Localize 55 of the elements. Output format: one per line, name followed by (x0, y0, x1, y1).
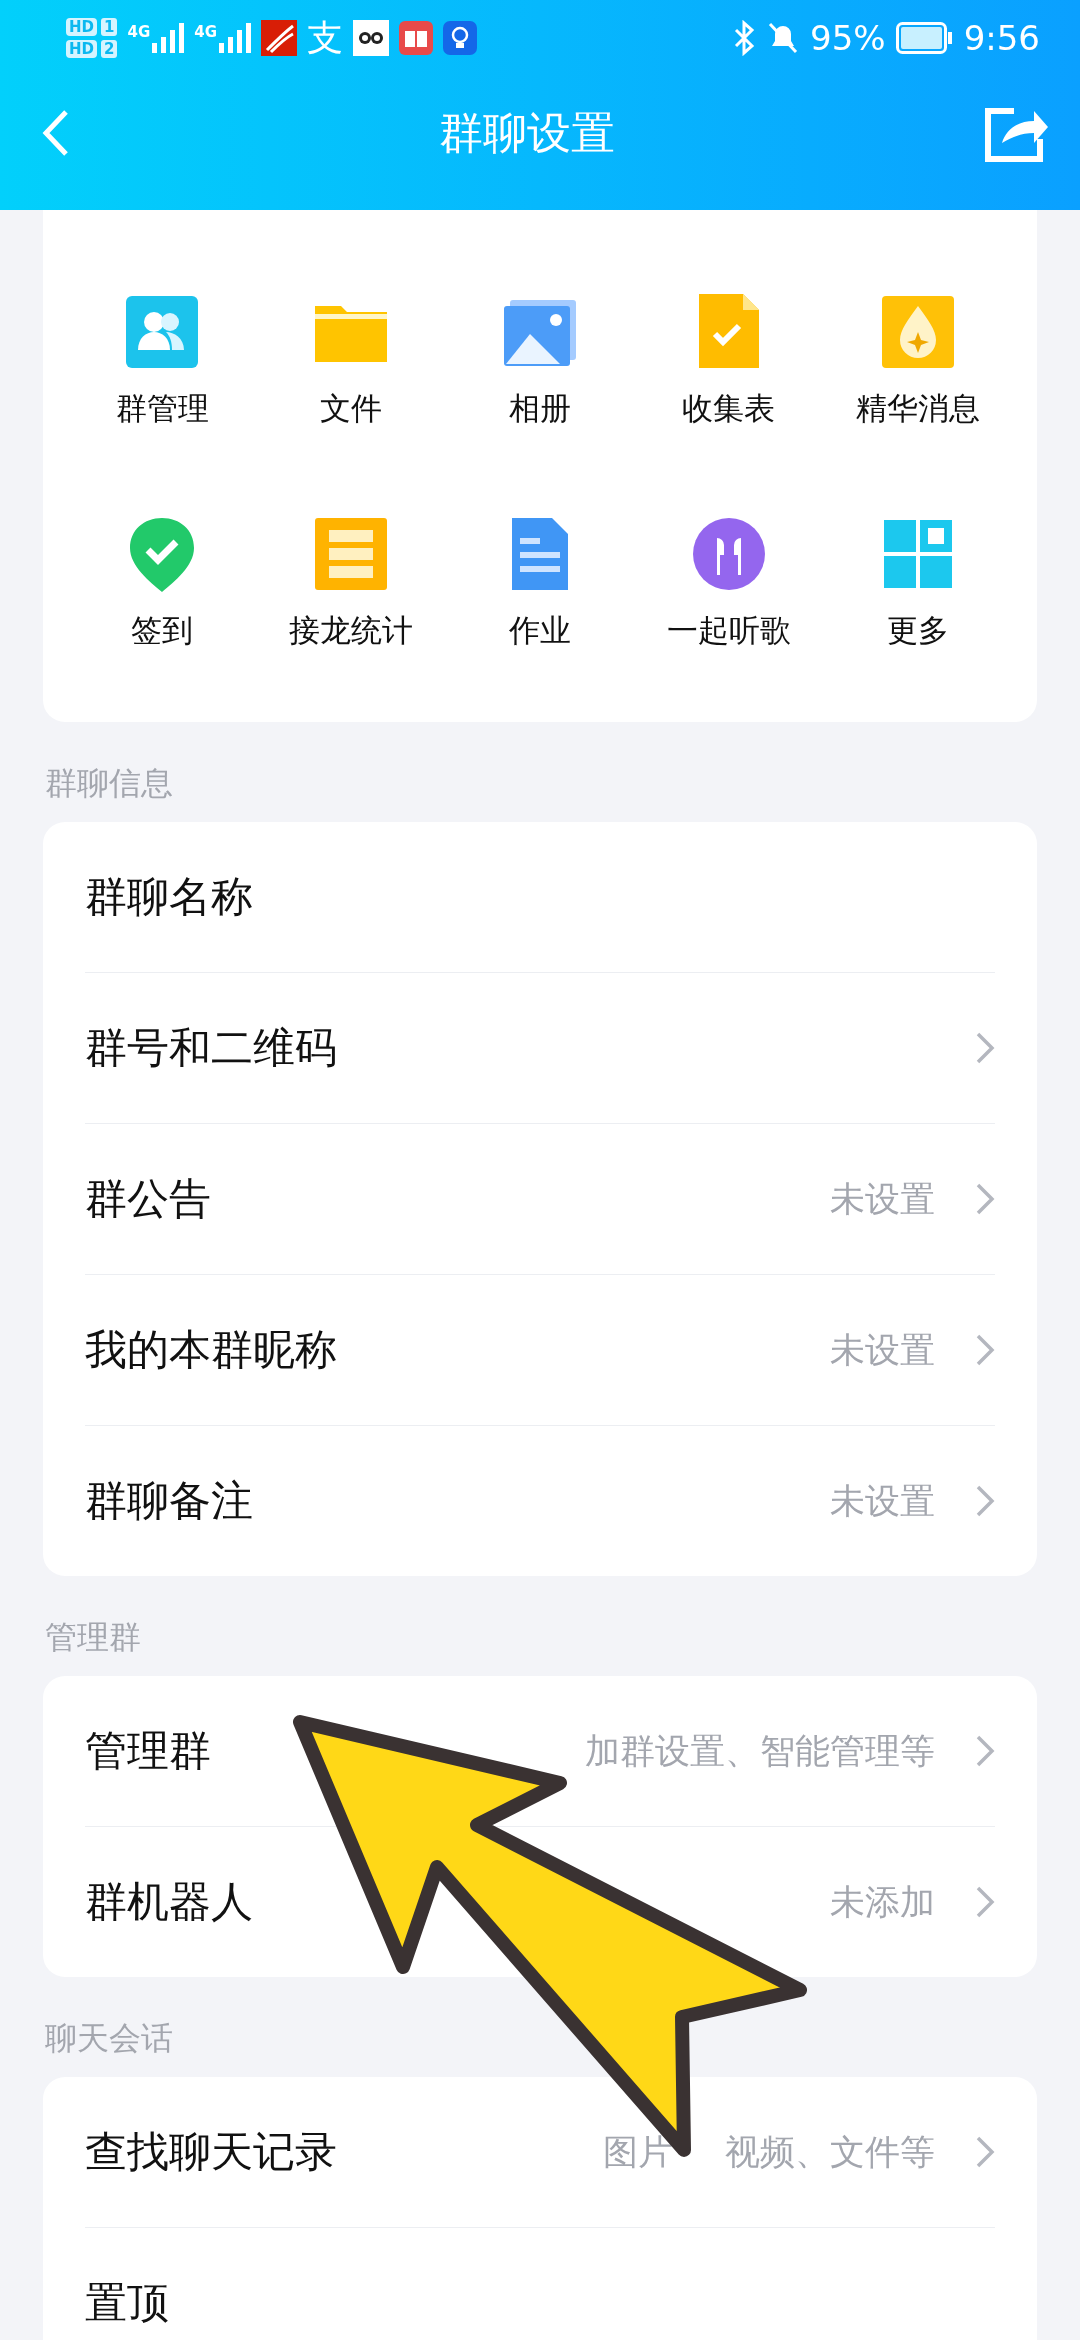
chevron-icon[interactable] (975, 1333, 995, 1367)
lightbulb-icon (442, 21, 477, 55)
chevron-icon[interactable] (975, 1484, 995, 1518)
notification-glyph: 支 (306, 15, 343, 60)
hd-badge: HD (66, 40, 97, 58)
back-icon[interactable] (40, 108, 70, 158)
chevron-icon[interactable] (975, 1885, 995, 1919)
row-label[interactable]: 群聊备注 (85, 1473, 253, 1529)
network-type: 4G (127, 23, 151, 41)
sim-slot: 2 (101, 40, 118, 58)
app-label[interactable]: 收集表 (682, 388, 776, 430)
signal-icon (218, 23, 251, 53)
chevron-icon[interactable] (975, 1031, 995, 1065)
row-label[interactable]: 群机器人 (85, 1874, 253, 1930)
row-value: 未设置 (830, 1328, 935, 1372)
section-header: 群聊信息 (44, 763, 174, 804)
row-value: 视频、文件等 (725, 2130, 935, 2174)
signal-icon (152, 23, 185, 53)
app-label[interactable]: 群管理 (115, 388, 209, 430)
app-label[interactable]: 精华消息 (855, 388, 980, 430)
owl-icon (352, 20, 389, 56)
row-label[interactable]: 我的本群昵称 (85, 1322, 337, 1378)
row-label[interactable]: 群聊名称 (85, 869, 253, 925)
app-label[interactable]: 接龙统计 (289, 610, 414, 652)
battery-percent: 95% (810, 18, 886, 58)
app-label[interactable]: 文件 (320, 388, 383, 430)
row-value: 图片 (603, 2130, 673, 2174)
app-notification-icon (260, 20, 297, 56)
clock: 9:56 (963, 18, 1040, 58)
book-icon (398, 21, 433, 55)
sim-slot: 1 (101, 18, 118, 36)
section-header: 聊天会话 (44, 2018, 174, 2059)
row-label[interactable]: 查找聊天记录 (85, 2124, 337, 2180)
row-label[interactable]: 置顶 (85, 2275, 169, 2331)
row-value: 未设置 (830, 1177, 935, 1221)
app-label[interactable]: 一起听歌 (666, 610, 791, 652)
hd-badge: HD (66, 18, 97, 36)
row-label[interactable]: 群公告 (85, 1171, 211, 1227)
row-label[interactable]: 群号和二维码 (85, 1020, 337, 1076)
row-value: 未添加 (830, 1880, 935, 1924)
app-label[interactable]: 作业 (509, 610, 571, 652)
row-value: 未设置 (830, 1479, 935, 1523)
app-label[interactable]: 签到 (131, 610, 194, 652)
page-title: 群聊设置 (438, 105, 616, 160)
app-label[interactable]: 更多 (886, 610, 949, 652)
app-label[interactable]: 相册 (509, 388, 571, 430)
chevron-icon[interactable] (975, 2135, 995, 2169)
chevron-icon[interactable] (975, 1734, 995, 1768)
network-type: 4G (194, 23, 217, 41)
section-header: 管理群 (44, 1617, 142, 1658)
chevron-icon[interactable] (975, 1182, 995, 1216)
bluetooth-icon (732, 20, 757, 56)
row-value: 加群设置、智能管理等 (585, 1729, 935, 1773)
row-label[interactable]: 管理群 (85, 1723, 211, 1779)
battery-icon (895, 22, 954, 54)
